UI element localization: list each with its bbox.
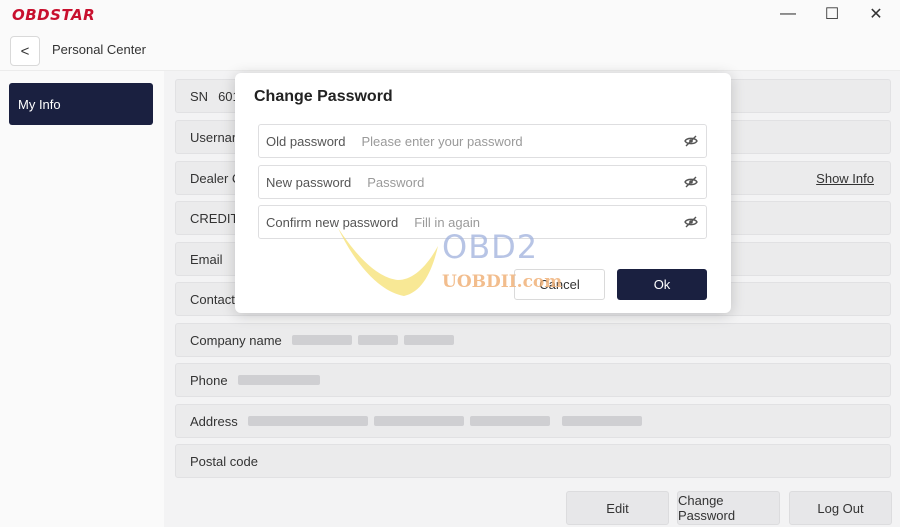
page-title: Personal Center — [52, 42, 146, 57]
change-password-button[interactable]: Change Password — [677, 491, 780, 525]
old-password-input[interactable] — [359, 132, 706, 150]
eye-off-icon[interactable] — [684, 216, 698, 228]
dialog-title: Change Password — [254, 88, 393, 105]
title-bar: OBDSTAR — ☐ ✕ — [0, 0, 900, 30]
ok-button[interactable]: Ok — [617, 269, 707, 300]
info-label: Email — [190, 251, 223, 267]
info-label: CREDIT — [190, 210, 239, 226]
minimize-button[interactable]: — — [766, 0, 810, 28]
field-label: New password — [266, 174, 352, 190]
field-label: Confirm new password — [266, 214, 399, 230]
redacted-value — [357, 335, 398, 345]
new-password-input[interactable] — [365, 173, 706, 191]
info-label: SN — [190, 88, 209, 104]
eye-off-icon[interactable] — [684, 135, 698, 147]
maximize-button[interactable]: ☐ — [810, 0, 854, 28]
close-icon: ✕ — [869, 6, 883, 23]
sidebar-item-label: My Info — [18, 96, 61, 112]
page-header: < Personal Center — [0, 30, 900, 71]
chevron-left-icon: < — [20, 42, 30, 60]
minimize-icon: — — [780, 5, 796, 22]
cancel-button[interactable]: Cancel — [514, 269, 605, 300]
eye-off-icon[interactable] — [684, 176, 698, 188]
brand-logo: OBDSTAR — [12, 6, 96, 24]
info-label: Phone — [190, 372, 228, 388]
redacted-value — [403, 335, 454, 345]
confirm-password-input[interactable] — [412, 213, 706, 231]
redacted-value — [373, 416, 464, 426]
info-row-phone: Phone — [175, 363, 891, 397]
info-label: Company name — [190, 332, 282, 348]
show-info-link[interactable]: Show Info — [816, 171, 874, 186]
info-row-company: Company name — [175, 323, 891, 357]
confirm-password-field[interactable]: Confirm new password — [258, 205, 707, 239]
field-label: Old password — [266, 133, 346, 149]
sidebar: My Info — [0, 71, 164, 527]
change-password-dialog: Change Password Old password New passwor… — [235, 73, 731, 313]
info-label: Address — [190, 413, 238, 429]
old-password-field[interactable]: Old password — [258, 124, 707, 158]
info-label: Dealer C — [190, 170, 242, 186]
sidebar-item-my-info[interactable]: My Info — [9, 83, 153, 125]
redacted-value — [247, 416, 368, 426]
maximize-icon: ☐ — [824, 6, 840, 23]
info-label: Usernar — [190, 129, 237, 145]
close-button[interactable]: ✕ — [854, 0, 898, 28]
log-out-button[interactable]: Log Out — [789, 491, 892, 525]
new-password-field[interactable]: New password — [258, 165, 707, 199]
redacted-value — [561, 416, 642, 426]
info-row-address: Address — [175, 404, 891, 438]
redacted-value — [469, 416, 550, 426]
redacted-value — [237, 375, 320, 385]
back-button[interactable]: < — [10, 36, 40, 66]
edit-button[interactable]: Edit — [566, 491, 669, 525]
info-label: Postal code — [190, 453, 258, 469]
info-label: Contact — [190, 291, 235, 307]
redacted-value — [291, 335, 352, 345]
info-row-postal: Postal code — [175, 444, 891, 478]
